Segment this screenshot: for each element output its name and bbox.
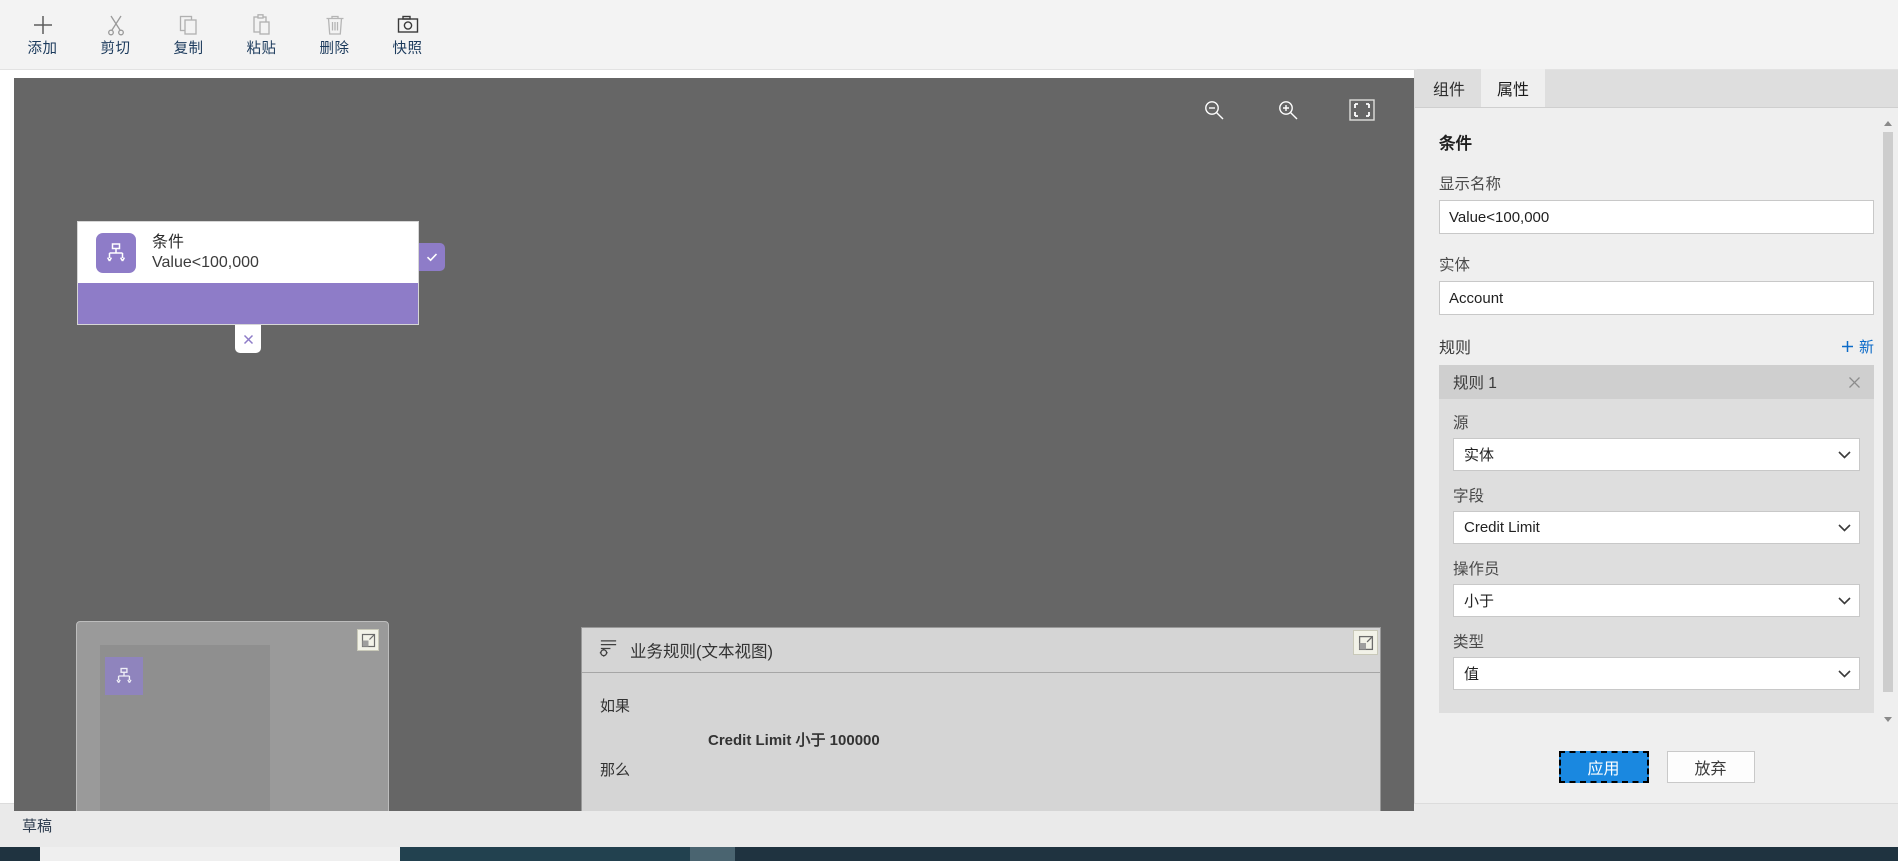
zoom-out-icon[interactable] — [1200, 96, 1228, 124]
entity-input[interactable] — [1439, 281, 1874, 315]
business-rule-expression: Credit Limit 小于 100000 — [708, 732, 880, 749]
type-select-value: 值 — [1464, 666, 1480, 683]
scissors-icon — [104, 12, 128, 38]
toolbar-button-delete[interactable]: 删除 — [298, 0, 371, 69]
status-text: 草稿 — [22, 818, 53, 835]
plus-icon — [31, 12, 55, 38]
os-taskbar — [0, 847, 1898, 861]
condition-node-text: 条件 Value<100,000 — [152, 233, 259, 272]
toolbar-button-cut[interactable]: 剪切 — [79, 0, 152, 69]
condition-node-icon — [105, 657, 143, 695]
source-select-value: 实体 — [1464, 447, 1495, 464]
operator-label: 操作员 — [1453, 561, 1500, 578]
rules-title: 规则 — [1439, 340, 1472, 357]
properties-panel: 组件 属性 条件 显示名称 实体 规则 新 规则 — [1414, 69, 1898, 803]
chevron-down-icon — [1838, 596, 1851, 605]
rule-card-header: 规则 1 — [1439, 365, 1874, 399]
source-label: 源 — [1453, 415, 1469, 432]
condition-node-body[interactable] — [77, 283, 419, 325]
rule-card-title: 规则 1 — [1453, 375, 1497, 392]
taskbar-segment-active — [690, 847, 735, 861]
condition-node-title: 条件 — [152, 233, 185, 251]
condition-node-icon — [96, 232, 136, 273]
properties-heading: 条件 — [1439, 135, 1472, 153]
business-rule-panel-body: 如果 Credit Limit 小于 100000 那么 — [582, 673, 1380, 780]
business-rule-if-label: 如果 — [600, 698, 631, 715]
condition-node-delete-button[interactable] — [235, 325, 261, 353]
toolbar-button-paste[interactable]: 粘贴 — [225, 0, 298, 69]
scroll-up-arrow-icon[interactable] — [1883, 118, 1893, 130]
design-canvas[interactable]: 条件 Value<100,000 业务规则(文本视图) 如果 Credit Li… — [14, 78, 1414, 811]
toolbar-button-add[interactable]: 添加 — [6, 0, 79, 69]
source-select[interactable]: 实体 — [1453, 438, 1860, 471]
plus-icon — [1841, 340, 1853, 352]
copy-icon — [177, 12, 201, 38]
rule-card-body: 源 实体 字段 Credit Limit 操作员 小于 类型 值 — [1439, 399, 1874, 713]
add-rule-label: 新 — [1858, 338, 1874, 356]
field-label: 字段 — [1453, 488, 1485, 505]
properties-scrollbar[interactable] — [1882, 118, 1894, 725]
toolbar-label-cut: 剪切 — [100, 41, 131, 58]
type-select[interactable]: 值 — [1453, 657, 1860, 690]
display-name-input[interactable] — [1439, 200, 1874, 234]
scroll-down-arrow-icon[interactable] — [1883, 713, 1893, 725]
business-rule-icon — [598, 637, 619, 663]
apply-button[interactable]: 应用 — [1558, 751, 1649, 783]
chevron-down-icon — [1838, 450, 1851, 459]
camera-icon — [396, 12, 420, 38]
expand-icon[interactable] — [1353, 630, 1378, 655]
taskbar-segment-mid — [400, 847, 690, 861]
field-select-value: Credit Limit — [1464, 519, 1540, 536]
toolbar-label-add: 添加 — [27, 41, 58, 58]
display-name-label: 显示名称 — [1439, 176, 1502, 193]
minimap-viewport[interactable] — [100, 645, 270, 811]
toolbar-button-copy[interactable]: 复制 — [152, 0, 225, 69]
operator-select-value: 小于 — [1464, 593, 1495, 610]
condition-node-header[interactable]: 条件 Value<100,000 — [77, 221, 419, 283]
business-rule-then-label: 那么 — [600, 762, 631, 779]
main-body: 条件 Value<100,000 业务规则(文本视图) 如果 Credit Li… — [0, 69, 1898, 811]
chevron-down-icon — [1838, 669, 1851, 678]
trash-icon — [323, 12, 347, 38]
properties-footer: 应用 放弃 — [1415, 731, 1898, 803]
rule-card: 规则 1 源 实体 字段 Credit Limit 操作员 小于 类型 值 — [1439, 365, 1874, 713]
expand-icon[interactable] — [357, 629, 379, 651]
properties-tabs: 组件 属性 — [1415, 69, 1898, 108]
chevron-down-icon — [1838, 523, 1851, 532]
toolbar-label-paste: 粘贴 — [246, 41, 277, 58]
properties-scrollbar-thumb[interactable] — [1883, 132, 1893, 692]
operator-select[interactable]: 小于 — [1453, 584, 1860, 617]
tab-properties[interactable]: 属性 — [1481, 69, 1546, 107]
tab-components[interactable]: 组件 — [1417, 69, 1482, 107]
toolbar-label-copy: 复制 — [173, 41, 204, 58]
properties-content: 条件 显示名称 实体 规则 新 规则 1 — [1415, 108, 1898, 731]
toolbar-label-delete: 删除 — [319, 41, 350, 58]
add-rule-button[interactable]: 新 — [1841, 336, 1874, 357]
zoom-in-icon[interactable] — [1274, 96, 1302, 124]
discard-button[interactable]: 放弃 — [1666, 751, 1755, 783]
type-label: 类型 — [1453, 634, 1485, 651]
field-select[interactable]: Credit Limit — [1453, 511, 1860, 544]
business-rule-text-panel[interactable]: 业务规则(文本视图) 如果 Credit Limit 小于 100000 那么 — [581, 627, 1381, 811]
entity-label: 实体 — [1439, 257, 1471, 274]
toolbar-button-snapshot[interactable]: 快照 — [371, 0, 444, 69]
clipboard-icon — [250, 12, 274, 38]
condition-node-accept-button[interactable] — [419, 243, 445, 271]
fit-to-screen-icon[interactable] — [1348, 96, 1376, 124]
canvas-minimap[interactable] — [76, 621, 389, 811]
taskbar-segment-left — [0, 847, 40, 861]
close-icon[interactable] — [1847, 375, 1862, 390]
canvas-zoom-controls — [1200, 96, 1376, 124]
business-rule-panel-header: 业务规则(文本视图) — [582, 628, 1380, 673]
taskbar-scroll-thumb[interactable] — [40, 847, 400, 861]
toolbar-label-snapshot: 快照 — [392, 41, 423, 58]
toolbar: 添加 剪切 复制 粘贴 删除 快照 — [0, 0, 1898, 70]
business-rule-panel-title: 业务规则(文本视图) — [630, 643, 773, 661]
taskbar-segment-right — [735, 847, 1898, 861]
app-window: 添加 剪切 复制 粘贴 删除 快照 条件 Value<100,000 业务规则(… — [0, 0, 1898, 861]
condition-node-subtitle: Value<100,000 — [152, 254, 259, 271]
rules-section-header: 规则 新 — [1439, 334, 1874, 358]
condition-node[interactable]: 条件 Value<100,000 — [77, 221, 445, 353]
